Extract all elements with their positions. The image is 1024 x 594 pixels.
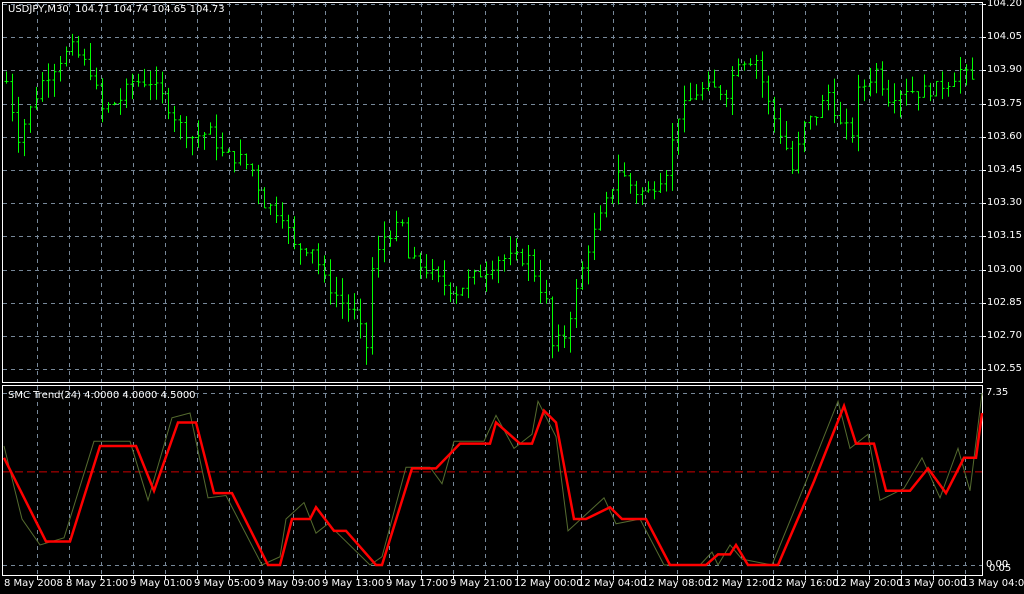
time-axis-label: 13 May 00:00	[898, 578, 967, 589]
chart-canvas	[2, 2, 986, 580]
time-axis-label: 9 May 13:00	[322, 578, 385, 589]
time-axis-label: 9 May 05:00	[194, 578, 257, 589]
price-axis-label: 103.30	[987, 197, 1022, 209]
price-axis-label: 102.55	[987, 363, 1022, 375]
price-axis-label: 103.75	[987, 97, 1022, 109]
time-axis-label: 9 May 17:00	[386, 578, 449, 589]
indicator-title: SMC Trend(24) 4.0000 4.0000 4.5000	[8, 390, 196, 401]
indicator-trend-line	[2, 402, 984, 567]
time-axis-label: 12 May 16:00	[770, 578, 839, 589]
price-axis-label: 103.45	[987, 164, 1022, 175]
ohlc-values: 104.71 104.74 104.65 104.73	[75, 4, 225, 15]
indicator-max-label: 7.35	[986, 387, 1009, 398]
time-axis-label: 12 May 12:00	[706, 578, 775, 589]
indicator-min-label: 0.05	[989, 563, 1012, 574]
time-axis-label: 9 May 09:00	[258, 578, 321, 589]
time-axis-label: 9 May 01:00	[130, 578, 193, 589]
price-axis-label: 103.15	[987, 230, 1022, 242]
time-axis-label: 9 May 21:00	[450, 578, 513, 589]
price-axis-label: 104.05	[987, 31, 1022, 43]
price-axis-label: 103.60	[987, 130, 1022, 142]
time-axis-label: 12 May 00:00	[514, 578, 583, 589]
time-axis-label: 12 May 04:00	[578, 578, 647, 589]
price-axis-label: 102.70	[987, 330, 1022, 341]
price-axis-label: 103.00	[987, 263, 1022, 275]
main-panel-frame	[2, 2, 983, 383]
symbol-label: USDJPY,M30 104.71 104.74 104.65 104.73	[8, 4, 225, 16]
time-axis-label: 13 May 04:00	[962, 578, 1024, 589]
price-axis-label: 104.20	[987, 0, 1022, 9]
price-axis-label: 102.85	[987, 296, 1022, 308]
time-axis-label: 8 May 21:00	[66, 578, 129, 589]
time-axis-label: 12 May 08:00	[642, 578, 711, 589]
time-axis-label: 8 May 2008	[4, 578, 63, 589]
symbol-name: USDJPY,M30	[8, 4, 69, 15]
price-axis-label: 103.90	[987, 64, 1022, 76]
time-axis-label: 12 May 20:00	[834, 578, 903, 589]
indicator-signal-line	[3, 392, 983, 567]
